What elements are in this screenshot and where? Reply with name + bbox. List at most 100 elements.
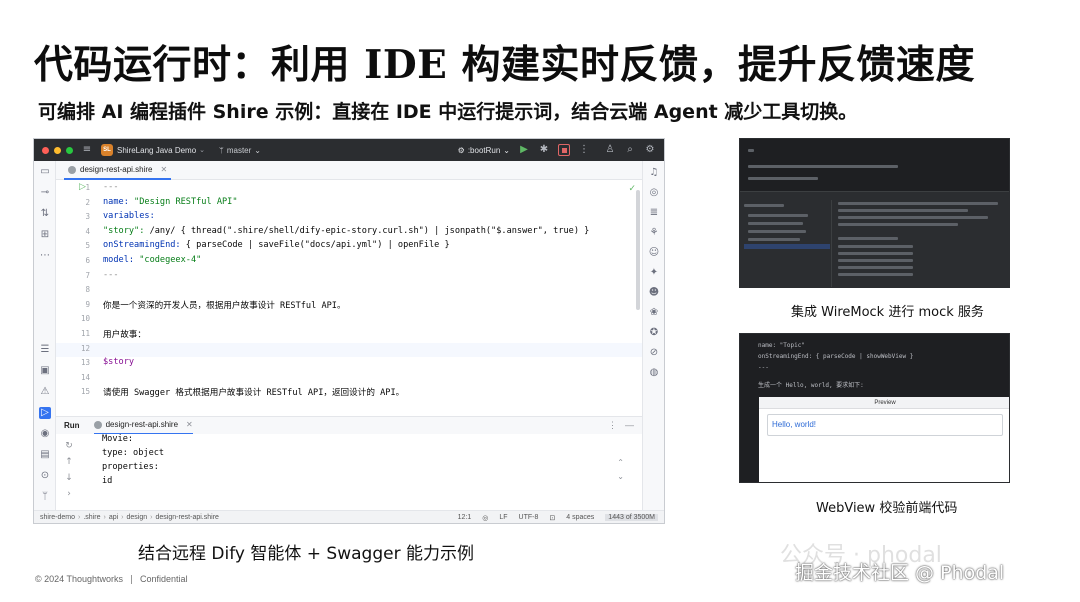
footer-copyright: © 2024 Thoughtworks — [35, 574, 124, 584]
debug-icon[interactable]: ✱ — [538, 144, 550, 156]
git-icon[interactable]: ᛘ — [39, 491, 51, 503]
expand-icon[interactable]: › — [62, 486, 76, 502]
minimize-panel-icon[interactable]: — — [625, 420, 634, 431]
slide-title: 代码运行时：利用 IDE 构建实时反馈，提升反馈速度 — [34, 42, 975, 88]
line-separator[interactable]: LF — [499, 514, 507, 521]
code-line: 2 name: "Design RESTful API" — [85, 196, 238, 207]
run-panel-label: Run — [64, 421, 80, 430]
search-icon[interactable]: ⌕ — [624, 144, 636, 156]
run-tab-label: design-rest-api.shire — [105, 420, 179, 429]
run-tool-window-header: Run design-rest-api.shire ✕ ⋮ — — [56, 416, 642, 435]
indent-setting[interactable]: 4 spaces — [566, 514, 594, 521]
webview-screenshot: name: "Topic" onStreamingEnd: { parseCod… — [739, 333, 1010, 483]
project-switcher[interactable]: ShireLang Java Demo — [117, 146, 196, 155]
run-config-name: :bootRun — [467, 145, 501, 155]
breadcrumb-item[interactable]: design-rest-api.shire — [156, 514, 219, 521]
more-tools-icon[interactable]: ⋯ — [39, 250, 51, 262]
plugin-icon[interactable]: ✦ — [648, 267, 660, 279]
console-scroll-controls[interactable]: ⌃ ⌄ — [617, 456, 624, 484]
code-line: 14 — [80, 372, 90, 382]
project-badge: SL — [101, 144, 113, 156]
run-tool-icon[interactable]: ▷ — [39, 407, 51, 419]
breadcrumb-item[interactable]: api — [109, 514, 118, 521]
todo-icon[interactable]: ☰ — [39, 344, 51, 356]
pull-requests-icon[interactable]: ⇅ — [39, 208, 51, 220]
editor-scrollbar[interactable] — [636, 180, 640, 412]
breadcrumb: shire-demo › .shire › api › design › design-… — [40, 513, 219, 521]
footer-confidential: Confidential — [140, 574, 188, 584]
run-console[interactable]: ↻ ↑ ↓ › Movie: type: object properties: … — [56, 434, 642, 512]
add-user-icon[interactable]: ♙ — [604, 144, 616, 156]
thumb-service-tree — [740, 200, 832, 287]
gradle-tool-icon[interactable]: ⚘ — [648, 227, 660, 239]
ide-title-bar: ≡ SL ShireLang Java Demo ⌄ ᛘ master ⌄ ⚙ … — [34, 139, 664, 161]
main-caption: 结合远程 Dify 智能体 + Swagger 能力示例 — [138, 544, 474, 564]
run-tab-design-rest-api[interactable]: design-rest-api.shire ✕ — [93, 417, 193, 435]
console-toolbar: ↻ ↑ ↓ › — [62, 438, 76, 502]
close-icon[interactable]: ✕ — [160, 165, 167, 174]
structure-icon[interactable]: ⊞ — [39, 229, 51, 241]
wiremock-caption: 集成 WireMock 进行 mock 服务 — [791, 305, 984, 320]
webview-caption: WebView 校验前端代码 — [816, 501, 958, 516]
minimize-window-button[interactable] — [54, 146, 61, 154]
console-line: Movie: — [102, 434, 134, 444]
console-line: id — [102, 476, 113, 486]
more-icon[interactable]: ⋮ — [578, 144, 590, 156]
run-icon[interactable]: ▶ — [518, 144, 530, 156]
breadcrumb-item[interactable]: .shire — [83, 514, 100, 521]
ai-assistant-icon[interactable]: ◎ — [648, 187, 660, 199]
zoom-window-button[interactable] — [66, 146, 73, 154]
right-tool-rail: ♫ ◎ ≣ ⚘ ☺ ✦ ☻ ❀ ✪ ⊘ ◍ — [642, 161, 664, 513]
code-line: 13 $story — [80, 357, 135, 368]
status-bar: shire-demo › .shire › api › design › design-… — [34, 510, 664, 523]
lock-icon[interactable]: ⊡ — [549, 514, 555, 522]
code-editor[interactable]: ▷ ✓ 1 --- 2 name: "Design RESTful API" 3 va… — [56, 180, 642, 412]
chevron-down-icon: ⌄ — [254, 145, 261, 155]
services-list-icon[interactable]: ▤ — [39, 449, 51, 461]
more-options-icon[interactable]: ⋮ — [608, 420, 617, 431]
problems-icon[interactable]: ⚠ — [39, 386, 51, 398]
branch-switcher[interactable]: ᛘ master ⌄ — [219, 146, 261, 155]
spring-icon[interactable]: ❀ — [648, 307, 660, 319]
code-line: 10 — [80, 314, 90, 324]
project-folder-icon[interactable]: ▭ — [39, 166, 51, 178]
services-icon[interactable]: ◉ — [39, 428, 51, 440]
notifications-icon[interactable]: ♫ — [648, 167, 660, 179]
code-line: 8 — [85, 285, 90, 295]
copilot-icon[interactable]: ☺ — [648, 247, 660, 259]
code-line: 7 --- — [85, 269, 119, 280]
android-icon[interactable]: ☻ — [648, 287, 660, 299]
console-line: properties: — [102, 462, 159, 472]
preview-content: Hello, world! — [767, 414, 1003, 436]
scroll-up-icon[interactable]: ↑ — [62, 454, 76, 470]
breadcrumb-item[interactable]: design — [127, 514, 148, 521]
menu-icon[interactable]: ≡ — [81, 144, 93, 156]
terminal-icon[interactable]: ▣ — [39, 365, 51, 377]
rerun-icon[interactable]: ↻ — [62, 438, 76, 454]
settings-gear-icon[interactable]: ⚙ — [644, 144, 656, 156]
cursor-position[interactable]: 12:1 — [458, 514, 472, 521]
code-line: 5 onStreamingEnd: { parseCode | saveFile(… — [85, 240, 450, 251]
close-window-button[interactable] — [42, 146, 49, 154]
coverage-icon[interactable]: ◍ — [648, 367, 660, 379]
ai-status-icon[interactable]: ◎ — [482, 514, 488, 522]
commit-icon[interactable]: ⊸ — [39, 187, 51, 199]
memory-indicator[interactable]: 1443 of 3500M — [605, 514, 658, 521]
database-icon[interactable]: ≣ — [648, 207, 660, 219]
breadcrumb-item[interactable]: shire-demo — [40, 514, 75, 521]
shire-file-icon — [93, 420, 102, 429]
git-branch-icon: ᛘ — [219, 145, 224, 155]
run-config-selector[interactable]: ⚙ :bootRun ⌄ — [458, 146, 510, 155]
ide-window: ≡ SL ShireLang Java Demo ⌄ ᛘ master ⌄ ⚙ … — [33, 138, 665, 524]
thumb-editor-area — [740, 139, 1009, 189]
console-line: type: object — [102, 448, 165, 458]
close-icon[interactable]: ✕ — [186, 420, 193, 429]
code-line: 4 "story": /any/ { thread(".shire/shell/… — [85, 225, 590, 236]
stop-button[interactable] — [558, 144, 570, 156]
tab-design-rest-api[interactable]: design-rest-api.shire ✕ — [64, 161, 172, 180]
shire-icon[interactable]: ✪ — [648, 327, 660, 339]
link-icon[interactable]: ⊘ — [648, 347, 660, 359]
endpoints-icon[interactable]: ⊙ — [39, 470, 51, 482]
scroll-down-icon[interactable]: ↓ — [62, 470, 76, 486]
file-encoding[interactable]: UTF-8 — [519, 514, 539, 521]
